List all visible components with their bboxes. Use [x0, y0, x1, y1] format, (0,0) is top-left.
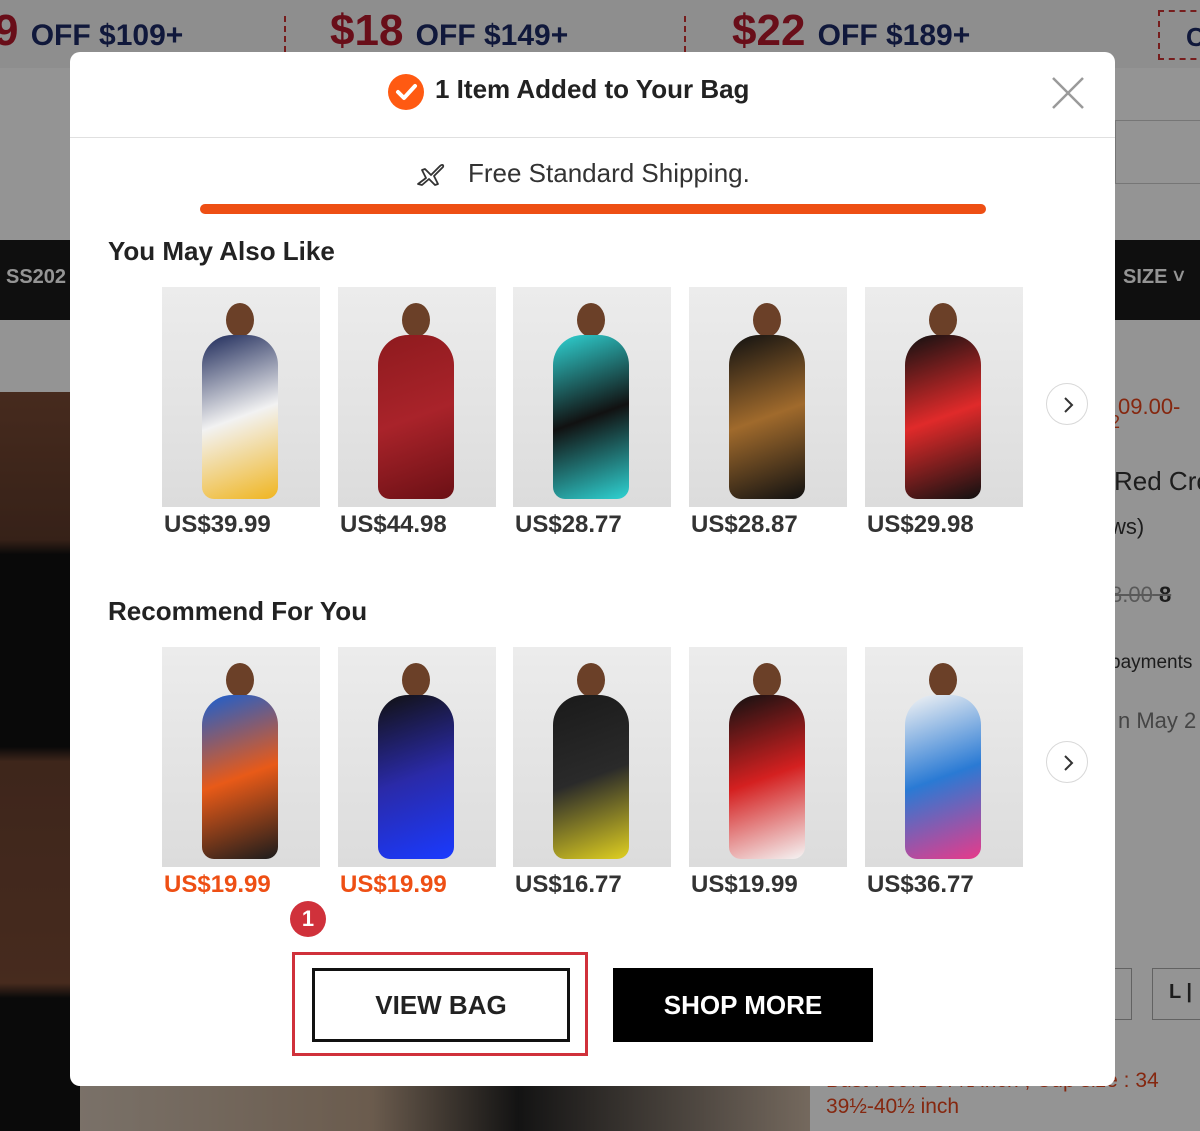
- garment-shape: [729, 695, 805, 859]
- check-circle-icon: [388, 74, 424, 110]
- product-price: US$39.99: [164, 511, 271, 538]
- model-figure: [753, 303, 781, 337]
- garment-shape: [553, 335, 629, 499]
- product-card[interactable]: US$44.98: [338, 287, 496, 547]
- product-image[interactable]: [162, 647, 320, 867]
- product-price: US$19.99: [340, 871, 447, 898]
- product-image[interactable]: [338, 647, 496, 867]
- product-card[interactable]: US$19.99: [162, 647, 320, 907]
- model-figure: [577, 663, 605, 697]
- model-figure: [402, 303, 430, 337]
- modal-header: 1 Item Added to Your Bag: [70, 52, 1115, 138]
- garment-shape: [905, 335, 981, 499]
- product-price: US$28.87: [691, 511, 798, 538]
- product-card[interactable]: US$39.99: [162, 287, 320, 547]
- product-image[interactable]: [513, 287, 671, 507]
- product-price: US$28.77: [515, 511, 622, 538]
- product-card[interactable]: US$19.99: [338, 647, 496, 907]
- product-price: US$36.77: [867, 871, 974, 898]
- product-image[interactable]: [865, 287, 1023, 507]
- airplane-icon: [416, 162, 446, 193]
- product-image[interactable]: [689, 647, 847, 867]
- product-price: US$16.77: [515, 871, 622, 898]
- model-figure: [226, 663, 254, 697]
- product-image[interactable]: [513, 647, 671, 867]
- model-figure: [929, 663, 957, 697]
- product-image[interactable]: [162, 287, 320, 507]
- garment-shape: [729, 335, 805, 499]
- recommend-carousel: US$19.99 US$19.99 US$16.77 US$19.99 US$36.77: [162, 647, 1024, 907]
- product-card[interactable]: US$29.98: [865, 287, 1023, 547]
- view-bag-button[interactable]: VIEW BAG: [312, 968, 570, 1042]
- product-card[interactable]: US$19.99: [689, 647, 847, 907]
- product-price: US$19.99: [691, 871, 798, 898]
- model-figure: [402, 663, 430, 697]
- product-image[interactable]: [865, 647, 1023, 867]
- model-figure: [226, 303, 254, 337]
- product-card[interactable]: US$36.77: [865, 647, 1023, 907]
- product-price: US$19.99: [164, 871, 271, 898]
- next-arrow-button[interactable]: [1046, 383, 1088, 425]
- product-card[interactable]: US$16.77: [513, 647, 671, 907]
- section-title-also-like: You May Also Like: [108, 236, 335, 266]
- product-price: US$29.98: [867, 511, 974, 538]
- model-figure: [753, 663, 781, 697]
- modal-title: 1 Item Added to Your Bag: [435, 74, 750, 104]
- garment-shape: [202, 335, 278, 499]
- product-card[interactable]: US$28.87: [689, 287, 847, 547]
- garment-shape: [378, 695, 454, 859]
- shipping-progress-bar: [200, 204, 986, 214]
- shipping-text: Free Standard Shipping.: [468, 158, 750, 188]
- product-price: US$44.98: [340, 511, 447, 538]
- product-card[interactable]: US$28.77: [513, 287, 671, 547]
- garment-shape: [905, 695, 981, 859]
- garment-shape: [378, 335, 454, 499]
- garment-shape: [553, 695, 629, 859]
- product-image[interactable]: [338, 287, 496, 507]
- product-image[interactable]: [689, 287, 847, 507]
- model-figure: [929, 303, 957, 337]
- shop-more-button[interactable]: SHOP MORE: [613, 968, 873, 1042]
- shipping-progress-fill: [200, 204, 986, 214]
- next-arrow-button[interactable]: [1046, 741, 1088, 783]
- also-like-carousel: US$39.99 US$44.98 US$28.77 US$28.87 US$29.98: [162, 287, 1024, 547]
- model-figure: [577, 303, 605, 337]
- added-to-bag-modal: 1 Item Added to Your Bag Free Standard S…: [70, 52, 1115, 1086]
- garment-shape: [202, 695, 278, 859]
- step-marker: 1: [290, 901, 326, 937]
- close-icon[interactable]: [1049, 74, 1087, 112]
- section-title-recommend: Recommend For You: [108, 596, 368, 626]
